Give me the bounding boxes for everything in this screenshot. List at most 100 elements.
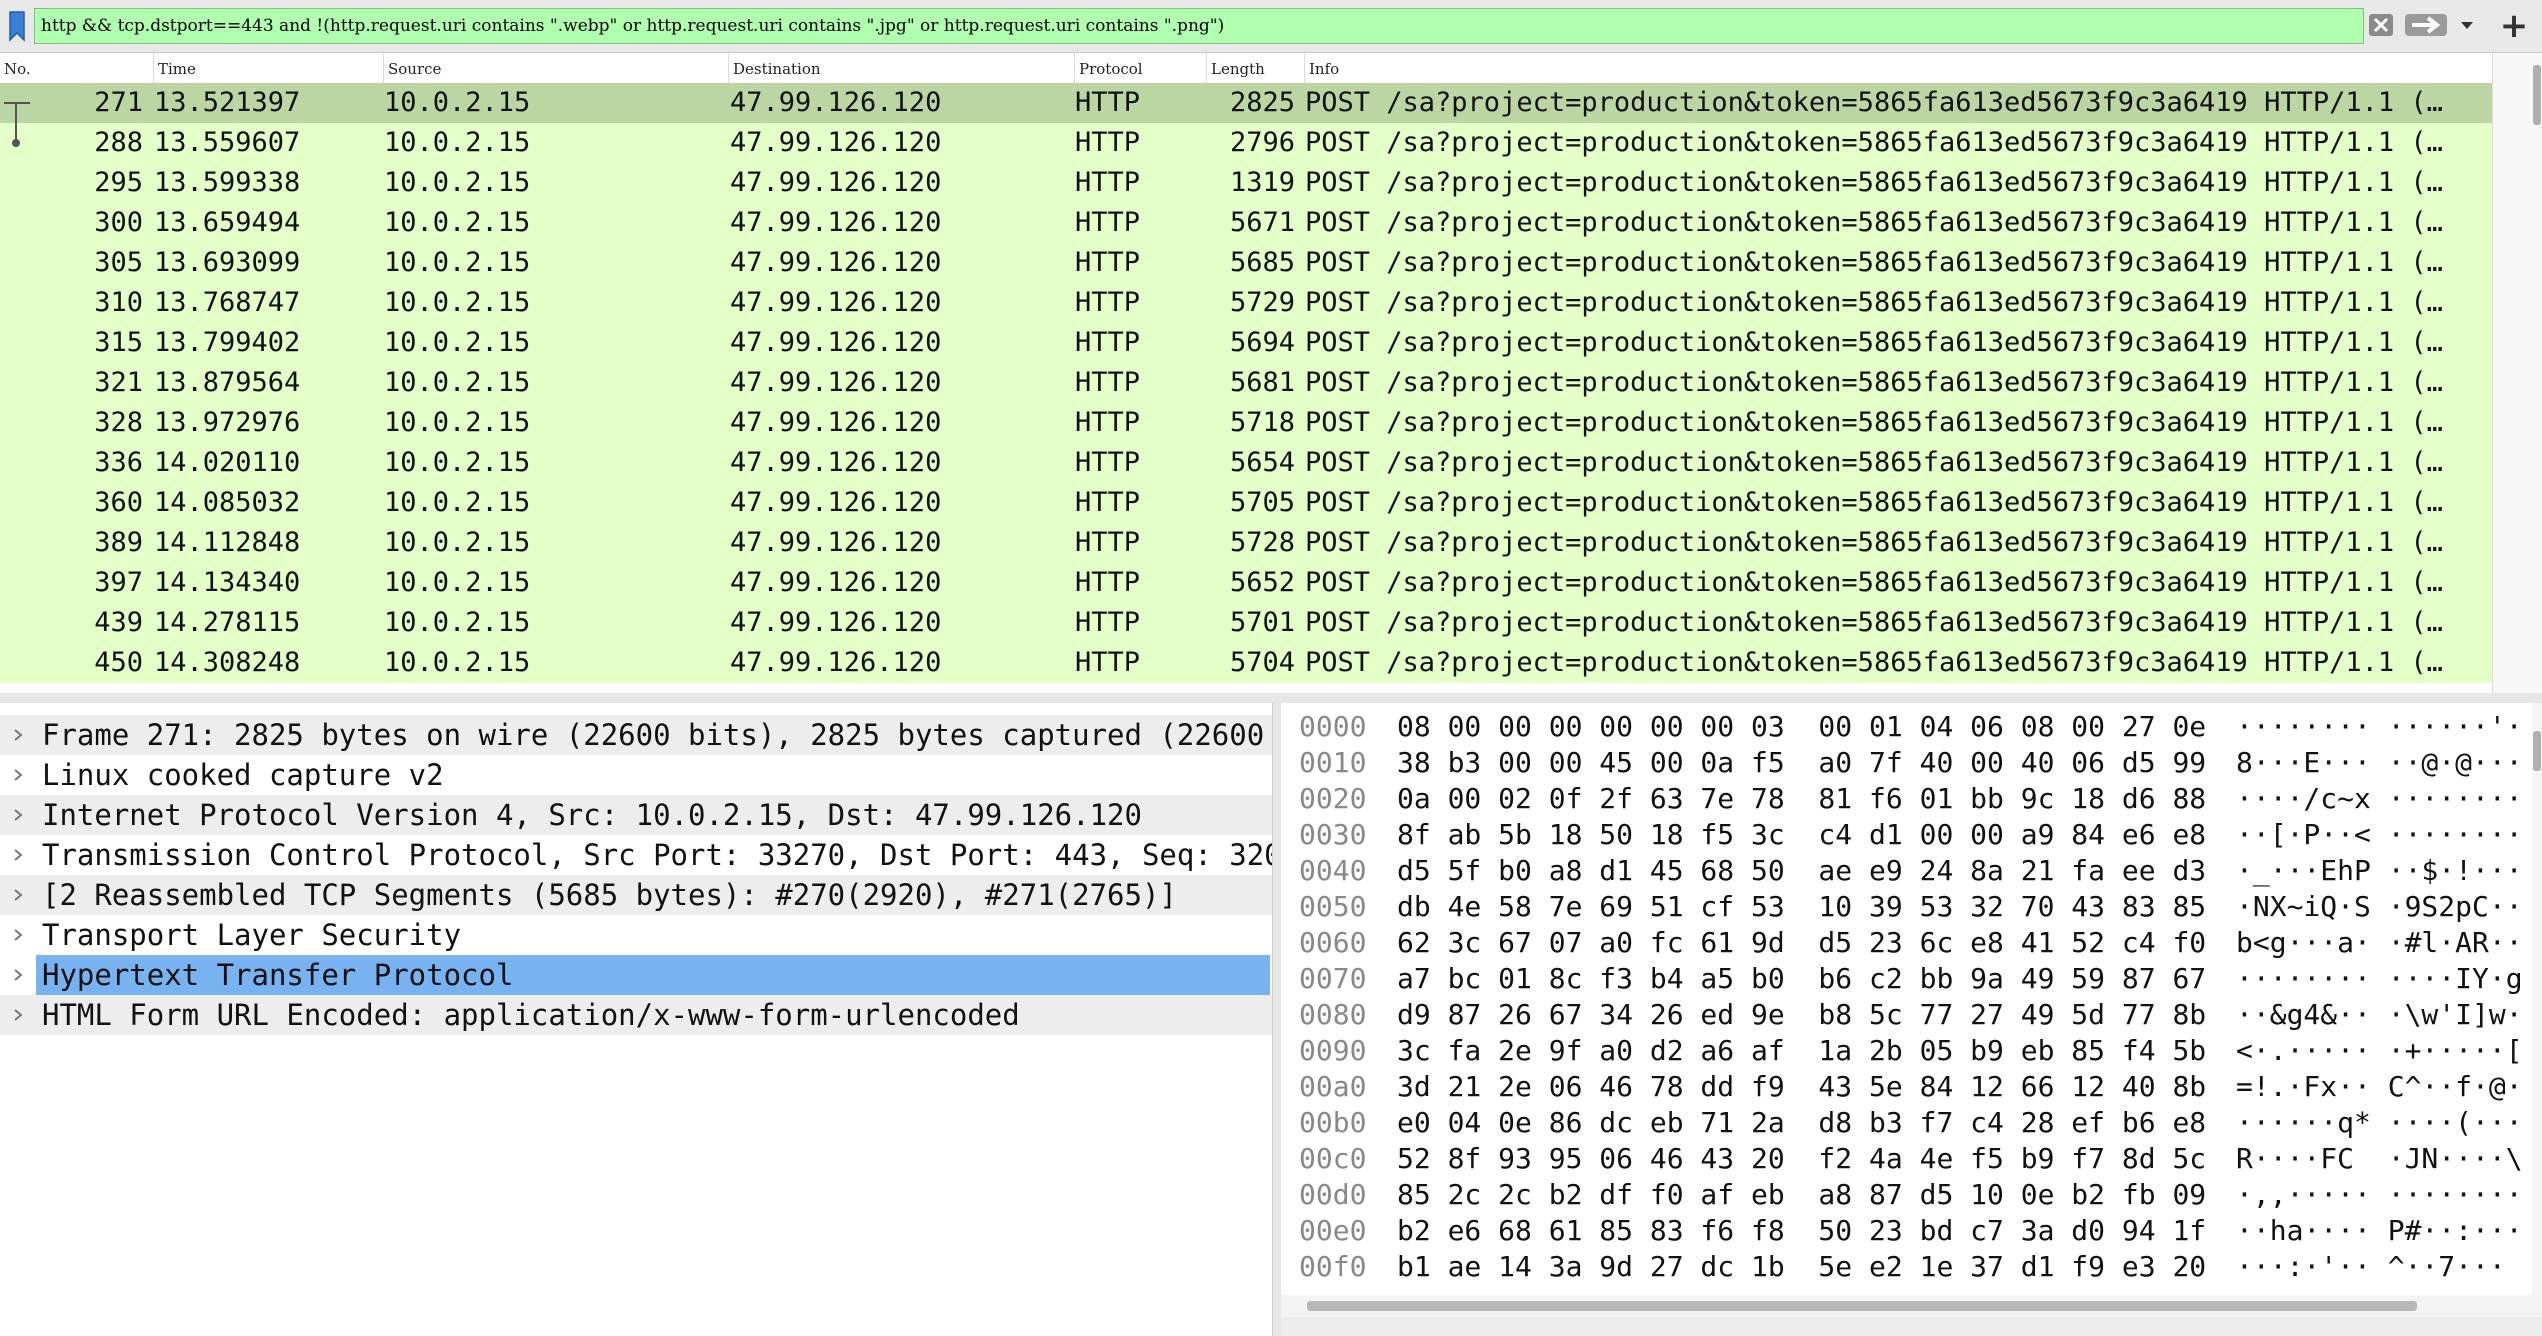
bytes-hex[interactable]: db 4e 58 7e 69 51 cf 53 10 39 53 32 70 4…	[1397, 889, 2206, 925]
bytes-offset[interactable]: 0010	[1299, 745, 1366, 781]
bytes-offset[interactable]: 00d0	[1299, 1177, 1366, 1213]
bytes-hex[interactable]: b1 ae 14 3a 9d 27 dc 1b 5e e2 1e 37 d1 f…	[1397, 1249, 2206, 1285]
packet-row[interactable]: 295 13.599338 10.0.2.15 47.99.126.120 HTTP 13…	[0, 163, 2492, 203]
bytes-hex[interactable]: b2 e6 68 61 85 83 f6 f8 50 23 bd c7 3a d…	[1397, 1213, 2206, 1249]
bytes-hex[interactable]: 62 3c 67 07 a0 fc 61 9d d5 23 6c e8 41 5…	[1397, 925, 2206, 961]
bytes-ascii[interactable]: R····FC ·JN····\	[2236, 1141, 2523, 1177]
packet-row[interactable]: 300 13.659494 10.0.2.15 47.99.126.120 HTTP 56…	[0, 203, 2492, 243]
bytes-offset[interactable]: 00e0	[1299, 1213, 1366, 1249]
bytes-offset[interactable]: 00b0	[1299, 1105, 1366, 1141]
packet-row[interactable]: 310 13.768747 10.0.2.15 47.99.126.120 HTTP 57…	[0, 283, 2492, 323]
bytes-hex[interactable]: 38 b3 00 00 45 00 0a f5 a0 7f 40 00 40 0…	[1397, 745, 2206, 781]
chevron-down-icon[interactable]	[2452, 11, 2482, 39]
pane-splitter[interactable]	[0, 693, 2542, 703]
bytes-hex[interactable]: 3d 21 2e 06 46 78 dd f9 43 5e 84 12 66 1…	[1397, 1069, 2206, 1105]
detail-tree-item[interactable]: HTML Form URL Encoded: application/x-www…	[0, 995, 1272, 1035]
bytes-hex[interactable]: d5 5f b0 a8 d1 45 68 50 ae e9 24 8a 21 f…	[1397, 853, 2206, 889]
bytes-offset[interactable]: 0050	[1299, 889, 1366, 925]
bytes-ascii[interactable]: ·_···EhP ··$·!···	[2236, 853, 2523, 889]
bytes-hex[interactable]: 08 00 00 00 00 00 00 03 00 01 04 06 08 0…	[1397, 709, 2206, 745]
bytes-ascii[interactable]: ······q* ····(···	[2236, 1105, 2523, 1141]
bytes-ascii[interactable]: ····/c~x ········	[2236, 781, 2523, 817]
bytes-ascii[interactable]: ·NX~iQ·S ·9S2pC··	[2236, 889, 2523, 925]
chevron-right-icon[interactable]	[6, 755, 30, 795]
bytes-ascii[interactable]: ········ ····IY·g	[2236, 961, 2523, 997]
chevron-right-icon[interactable]	[6, 835, 30, 875]
chevron-right-icon[interactable]	[6, 715, 30, 755]
packet-row[interactable]: 450 14.308248 10.0.2.15 47.99.126.120 HTTP 57…	[0, 643, 2492, 683]
bytes-offset[interactable]: 0020	[1299, 781, 1366, 817]
bytes-ascii[interactable]: b<g···a· ·#l·AR··	[2236, 925, 2523, 961]
display-filter-input[interactable]: http && tcp.dstport==443 and !(http.requ…	[34, 8, 2364, 44]
detail-tree-item[interactable]: Frame 271: 2825 bytes on wire (22600 bit…	[0, 715, 1272, 755]
column-header-source[interactable]: Source	[383, 53, 728, 83]
clear-x-icon[interactable]	[2366, 11, 2396, 39]
bytes-ascii[interactable]: <·.····· ·+·····[	[2236, 1033, 2523, 1069]
bytes-offset[interactable]: 0080	[1299, 997, 1366, 1033]
bytes-hex[interactable]: 85 2c 2c b2 df f0 af eb a8 87 d5 10 0e b…	[1397, 1177, 2206, 1213]
bytes-ascii[interactable]: ··[·P··< ········	[2236, 817, 2523, 853]
add-filter-button[interactable]: +	[2494, 6, 2534, 46]
column-header-info[interactable]: Info	[1304, 53, 2492, 83]
packet-list-scrollbar[interactable]	[2492, 53, 2542, 693]
bytes-hex[interactable]: a7 bc 01 8c f3 b4 a5 b0 b6 c2 bb 9a 49 5…	[1397, 961, 2206, 997]
bytes-ascii[interactable]: ··&g4&·· ·\w'I]w·	[2236, 997, 2523, 1033]
detail-tree-item[interactable]: Linux cooked capture v2	[0, 755, 1272, 795]
packet-row[interactable]: 288 13.559607 10.0.2.15 47.99.126.120 HTTP 27…	[0, 123, 2492, 163]
chevron-right-icon[interactable]	[6, 915, 30, 955]
pane-splitter-vertical[interactable]	[1273, 703, 1281, 1336]
packet-row[interactable]: 328 13.972976 10.0.2.15 47.99.126.120 HTTP 57…	[0, 403, 2492, 443]
chevron-right-icon[interactable]	[6, 875, 30, 915]
bytes-offset[interactable]: 0000	[1299, 709, 1366, 745]
packet-row[interactable]: 321 13.879564 10.0.2.15 47.99.126.120 HTTP 56…	[0, 363, 2492, 403]
bytes-ascii[interactable]: =!.·Fx·· C^··f·@·	[2236, 1069, 2523, 1105]
bytes-ascii[interactable]: ··ha···· P#··:···	[2236, 1213, 2523, 1249]
bytes-hex[interactable]: e0 04 0e 86 dc eb 71 2a d8 b3 f7 c4 28 e…	[1397, 1105, 2206, 1141]
bytes-scrollbar[interactable]	[2532, 703, 2542, 1303]
column-header-destination[interactable]: Destination	[728, 53, 1074, 83]
bytes-ascii[interactable]: ···:·'·· ^··7···	[2236, 1249, 2523, 1285]
column-header-no[interactable]: No.	[0, 53, 153, 83]
detail-tree-item[interactable]: Transmission Control Protocol, Src Port:…	[0, 835, 1272, 875]
packet-row[interactable]: 336 14.020110 10.0.2.15 47.99.126.120 HTTP 56…	[0, 443, 2492, 483]
packet-row[interactable]: 389 14.112848 10.0.2.15 47.99.126.120 HTTP 57…	[0, 523, 2492, 563]
bytes-offset[interactable]: 0070	[1299, 961, 1366, 997]
bytes-hex[interactable]: 3c fa 2e 9f a0 d2 a6 af 1a 2b 05 b9 eb 8…	[1397, 1033, 2206, 1069]
detail-tree-item[interactable]: Transport Layer Security	[0, 915, 1272, 955]
bytes-hex[interactable]: 8f ab 5b 18 50 18 f5 3c c4 d1 00 00 a9 8…	[1397, 817, 2206, 853]
scrollbar-thumb[interactable]	[2533, 65, 2541, 125]
detail-tree-item[interactable]: Internet Protocol Version 4, Src: 10.0.2…	[0, 795, 1272, 835]
bookmark-icon[interactable]	[4, 6, 30, 46]
column-header-time[interactable]: Time	[153, 53, 383, 83]
column-header-protocol[interactable]: Protocol	[1074, 53, 1206, 83]
column-header-length[interactable]: Length	[1206, 53, 1304, 83]
bytes-hex[interactable]: 52 8f 93 95 06 46 43 20 f2 4a 4e f5 b9 f…	[1397, 1141, 2206, 1177]
detail-tree-item[interactable]: Hypertext Transfer Protocol	[14, 955, 1270, 995]
bytes-hex[interactable]: d9 87 26 67 34 26 ed 9e b8 5c 77 27 49 5…	[1397, 997, 2206, 1033]
bytes-ascii[interactable]: 8···E··· ··@·@···	[2236, 745, 2523, 781]
bytes-ascii[interactable]: ·,,····· ········	[2236, 1177, 2523, 1213]
bytes-offset[interactable]: 0030	[1299, 817, 1366, 853]
chevron-right-icon[interactable]	[6, 995, 30, 1035]
arrow-right-icon[interactable]	[2402, 11, 2450, 39]
packet-row[interactable]: 439 14.278115 10.0.2.15 47.99.126.120 HTTP 57…	[0, 603, 2492, 643]
bytes-offset[interactable]: 0060	[1299, 925, 1366, 961]
packet-row[interactable]: 305 13.693099 10.0.2.15 47.99.126.120 HTTP 56…	[0, 243, 2492, 283]
chevron-right-icon[interactable]	[6, 955, 30, 995]
packet-row[interactable]: 397 14.134340 10.0.2.15 47.99.126.120 HTTP 56…	[0, 563, 2492, 603]
bytes-offset[interactable]: 00a0	[1299, 1069, 1366, 1105]
bytes-offset[interactable]: 0090	[1299, 1033, 1366, 1069]
scrollbar-thumb[interactable]	[1307, 1301, 2417, 1311]
bytes-offset[interactable]: 00f0	[1299, 1249, 1366, 1285]
packet-row[interactable]: 271 13.521397 10.0.2.15 47.99.126.120 HTTP 28…	[0, 83, 2492, 123]
chevron-right-icon[interactable]	[6, 795, 30, 835]
packet-row[interactable]: 360 14.085032 10.0.2.15 47.99.126.120 HTTP 57…	[0, 483, 2492, 523]
scrollbar-thumb[interactable]	[2533, 731, 2541, 771]
bytes-hex[interactable]: 0a 00 02 0f 2f 63 7e 78 81 f6 01 bb 9c 1…	[1397, 781, 2206, 817]
bytes-offset[interactable]: 0040	[1299, 853, 1366, 889]
bytes-offset[interactable]: 00c0	[1299, 1141, 1366, 1177]
bytes-ascii[interactable]: ········ ······'·	[2236, 709, 2523, 745]
detail-tree-item[interactable]: [2 Reassembled TCP Segments (5685 bytes)…	[0, 875, 1272, 915]
packet-row[interactable]: 315 13.799402 10.0.2.15 47.99.126.120 HTTP 56…	[0, 323, 2492, 363]
bytes-horizontal-scrollbar[interactable]	[1281, 1295, 2542, 1317]
